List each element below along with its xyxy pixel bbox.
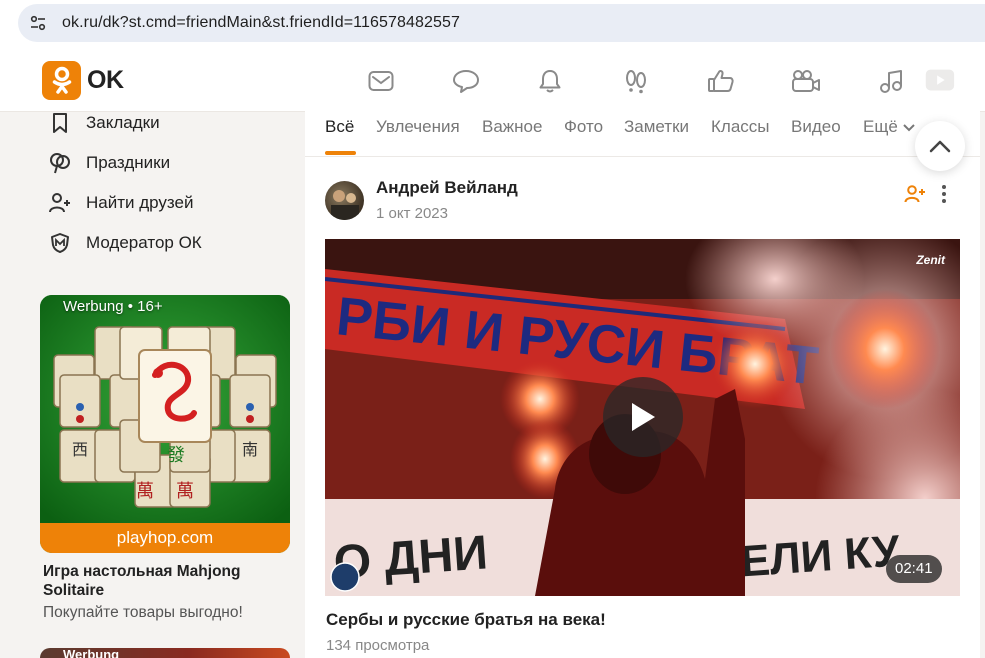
moderator-shield-icon: [46, 229, 74, 257]
tab-video[interactable]: Видео: [791, 117, 841, 137]
sidebar-item-find-friends[interactable]: Найти друзей: [46, 188, 193, 218]
sidebar-item-label: Закладки: [86, 113, 160, 132]
sidebar-item-bookmarks[interactable]: Закладки: [46, 108, 160, 138]
ad-domain[interactable]: playhop.com: [40, 523, 290, 553]
post-author[interactable]: Андрей Вейланд: [376, 178, 518, 198]
main-feed: Всё Увлечения Важное Фото Заметки Классы…: [305, 111, 980, 658]
post-date[interactable]: 1 окт 2023: [376, 205, 448, 222]
mahjong-ad-image: 發 萬 萬 西 南: [40, 295, 290, 523]
sidebar-item-label: Найти друзей: [86, 193, 194, 212]
url-field[interactable]: ok.ru/dk?st.cmd=friendMain&st.friendId=1…: [18, 4, 985, 42]
url-text: ok.ru/dk?st.cmd=friendMain&st.friendId=1…: [62, 14, 460, 31]
sidebar-item-moderator[interactable]: Модератор ОК: [46, 228, 202, 258]
video-title[interactable]: Сербы и русские братья на века!: [326, 610, 606, 630]
scroll-to-top-button[interactable]: [915, 121, 965, 171]
guests-icon[interactable]: [619, 64, 653, 98]
video-player[interactable]: РБИ И РУСИ БРАТ О ДНИ МЕЛИ КУ Zenit 02:4…: [325, 239, 960, 596]
ad-subtitle: Покупайте товары выгодно!: [43, 604, 243, 621]
bell-icon[interactable]: [533, 64, 567, 98]
tab-more-label: Ещё: [863, 117, 898, 136]
tab-important[interactable]: Важное: [482, 117, 542, 137]
video-play-icon[interactable]: [922, 64, 956, 98]
tab-notes[interactable]: Заметки: [624, 117, 689, 137]
sidebar-item-holidays[interactable]: Праздники: [46, 148, 170, 178]
music-icon[interactable]: [874, 64, 908, 98]
video-camera-icon[interactable]: [789, 64, 823, 98]
ad-banner-mahjong[interactable]: 發 萬 萬 西 南 Werbung • 16+ playhop.com: [40, 295, 290, 553]
tab-photo[interactable]: Фото: [564, 117, 603, 137]
ok-logo[interactable]: OK: [42, 61, 124, 100]
tab-hobbies[interactable]: Увлечения: [376, 117, 460, 137]
ad-label: Werbung: [63, 648, 120, 658]
svg-text:西: 西: [72, 442, 88, 459]
svg-text:萬: 萬: [176, 481, 194, 501]
chat-icon[interactable]: [449, 64, 483, 98]
svg-text:南: 南: [242, 441, 258, 459]
like-icon[interactable]: [704, 64, 738, 98]
tab-likes[interactable]: Классы: [711, 117, 770, 137]
tab-more[interactable]: Ещё: [863, 117, 915, 137]
svg-text:發: 發: [167, 445, 185, 465]
play-icon: [632, 403, 655, 431]
feed-tabs: Всё Увлечения Важное Фото Заметки Классы…: [305, 111, 980, 157]
bookmark-icon: [46, 109, 74, 137]
ad-title[interactable]: Игра настольная Mahjong Solitaire: [43, 562, 283, 600]
sidebar-item-label: Праздники: [86, 153, 171, 172]
author-avatar[interactable]: [325, 181, 364, 220]
ad-banner-second[interactable]: Werbung: [40, 648, 290, 658]
sidebar-item-label: Модератор ОК: [86, 233, 202, 252]
video-views: 134 просмотра: [326, 637, 430, 654]
browser-address-bar: ok.ru/dk?st.cmd=friendMain&st.friendId=1…: [0, 0, 985, 50]
more-options-icon[interactable]: [935, 182, 953, 206]
balloons-icon: [46, 149, 74, 177]
tab-all[interactable]: Всё: [325, 117, 354, 137]
mail-icon[interactable]: [364, 64, 398, 98]
play-button[interactable]: [603, 377, 683, 457]
chevron-down-icon: [902, 124, 915, 132]
site-header: OK: [0, 50, 985, 111]
svg-text:Zenit: Zenit: [915, 253, 946, 267]
video-duration: 02:41: [886, 555, 942, 583]
ok-logo-icon: [42, 61, 81, 100]
logo-text: OK: [87, 66, 124, 94]
site-info-icon[interactable]: [18, 4, 58, 42]
ad-label: Werbung • 16+: [63, 298, 163, 315]
add-user-icon: [46, 189, 74, 217]
active-tab-indicator: [325, 151, 356, 155]
svg-text:萬: 萬: [136, 481, 154, 501]
add-friend-icon[interactable]: [903, 182, 927, 206]
chevron-up-icon: [929, 140, 951, 153]
